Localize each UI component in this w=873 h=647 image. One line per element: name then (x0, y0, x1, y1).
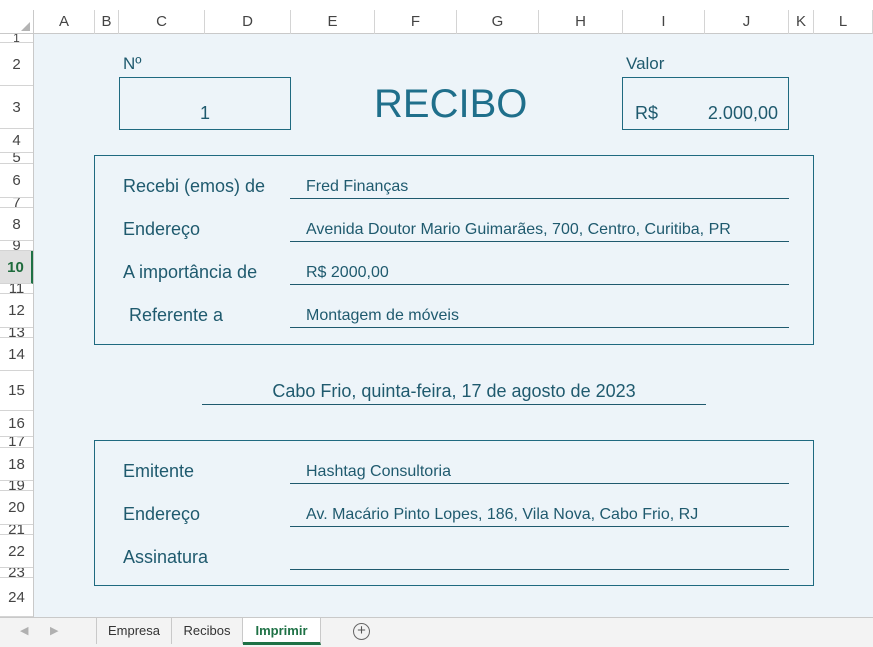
column-header-l[interactable]: L (814, 10, 873, 34)
sheet-tab-bar: ◀ ▶ Empresa Recibos Imprimir + (0, 617, 873, 647)
column-header-d[interactable]: D (205, 10, 291, 34)
signature-line[interactable] (290, 569, 789, 570)
row-header-11[interactable]: 11 (0, 284, 33, 294)
amount-text-underline (290, 284, 789, 285)
receipt-amount: 2.000,00 (707, 103, 778, 123)
row-header-21[interactable]: 21 (0, 525, 33, 535)
scroll-tabs-left-icon[interactable]: ◀ (20, 624, 28, 637)
payer-address-underline (290, 241, 789, 242)
column-header-f[interactable]: F (375, 10, 457, 34)
add-sheet-plus-icon[interactable]: + (353, 623, 370, 640)
row-header-7[interactable]: 7 (0, 198, 33, 208)
row-header-bar: 1 2 3 4 5 6 7 8 9 10 11 12 13 14 15 16 1… (0, 34, 34, 617)
payer-address-label: Endereço (123, 219, 201, 239)
receipt-number: 1 (199, 103, 210, 123)
column-header-k[interactable]: K (789, 10, 814, 34)
column-header-e[interactable]: E (291, 10, 375, 34)
issuer-address-value[interactable]: Av. Macário Pinto Lopes, 186, Vila Nova,… (306, 506, 698, 524)
row-header-10[interactable]: 10 (0, 251, 33, 284)
tab-recibos[interactable]: Recibos (172, 618, 243, 644)
reference-label: Referente a (129, 305, 224, 325)
tab-empresa[interactable]: Empresa (96, 618, 172, 644)
row-header-13[interactable]: 13 (0, 328, 33, 338)
column-header-i[interactable]: I (623, 10, 705, 34)
received-from-value[interactable]: Fred Finanças (306, 178, 408, 196)
row-header-12[interactable]: 12 (0, 294, 33, 328)
row-header-22[interactable]: 22 (0, 535, 33, 568)
issuer-label: Emitente (123, 461, 195, 481)
column-header-bar: A B C D E F G H I J K L (0, 0, 873, 34)
issuer-address-underline (290, 526, 789, 527)
row-header-24[interactable]: 24 (0, 578, 33, 617)
reference-value[interactable]: Montagem de móveis (306, 307, 459, 325)
payer-address-value[interactable]: Avenida Doutor Mario Guimarães, 700, Cen… (306, 221, 731, 239)
amount-text-value[interactable]: R$ 2000,00 (306, 264, 389, 282)
worksheet-area[interactable]: Nº 1 RECIBO Valor R$ 2.000,00 Recebi (em… (34, 34, 873, 617)
row-header-20[interactable]: 20 (0, 491, 33, 525)
column-header-j[interactable]: J (705, 10, 789, 34)
receipt-number-box[interactable]: 1 (119, 77, 291, 130)
row-header-15[interactable]: 15 (0, 371, 33, 411)
place-date-underline (202, 404, 706, 405)
issuer-underline (290, 483, 789, 484)
row-header-3[interactable]: 3 (0, 86, 33, 129)
column-header-h[interactable]: H (539, 10, 623, 34)
row-header-6[interactable]: 6 (0, 164, 33, 198)
received-from-label: Recebi (emos) de (123, 176, 266, 196)
place-date[interactable]: Cabo Frio, quinta-feira, 17 de agosto de… (202, 381, 706, 402)
select-all-corner[interactable] (0, 10, 34, 34)
row-header-2[interactable]: 2 (0, 43, 33, 86)
receipt-value-label: Valor (626, 54, 665, 73)
column-header-a[interactable]: A (34, 10, 95, 34)
issuer-address-label: Endereço (123, 504, 201, 524)
row-header-16[interactable]: 16 (0, 411, 33, 437)
received-from-underline (290, 198, 789, 199)
row-header-17[interactable]: 17 (0, 437, 33, 448)
row-header-14[interactable]: 14 (0, 338, 33, 371)
row-header-19[interactable]: 19 (0, 481, 33, 491)
row-header-5[interactable]: 5 (0, 153, 33, 164)
row-header-4[interactable]: 4 (0, 129, 33, 153)
tab-imprimir[interactable]: Imprimir (243, 618, 321, 645)
row-header-23[interactable]: 23 (0, 568, 33, 578)
select-all-triangle-icon (21, 22, 30, 31)
reference-underline (290, 327, 789, 328)
scroll-tabs-right-icon[interactable]: ▶ (50, 624, 58, 637)
row-header-8[interactable]: 8 (0, 208, 33, 241)
receipt-number-label: Nº (123, 54, 142, 73)
signature-label: Assinatura (123, 547, 209, 567)
row-header-1[interactable]: 1 (0, 34, 33, 43)
issuer-value[interactable]: Hashtag Consultoria (306, 463, 451, 481)
column-header-b[interactable]: B (95, 10, 119, 34)
receipt-value-box[interactable]: R$ 2.000,00 (622, 77, 789, 130)
row-header-9[interactable]: 9 (0, 241, 33, 251)
column-header-c[interactable]: C (119, 10, 205, 34)
row-header-18[interactable]: 18 (0, 448, 33, 481)
receipt-currency: R$ (635, 103, 659, 123)
amount-text-label: A importância de (123, 262, 258, 282)
column-header-g[interactable]: G (457, 10, 539, 34)
receipt-title: RECIBO (374, 82, 528, 126)
